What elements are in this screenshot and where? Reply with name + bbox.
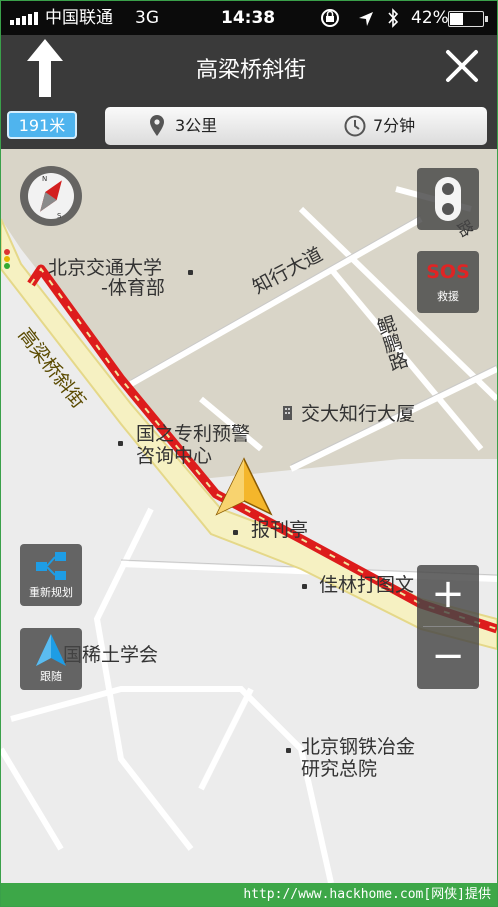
building-icon [283,406,292,420]
clock-time: 14:38 [221,8,276,28]
follow-button[interactable]: 跟随 [20,628,82,690]
map-label: 国之专利预警 [136,423,251,445]
sos-button[interactable]: SOS 救援 [417,251,479,313]
route-summary[interactable]: 3公里 7分钟 [105,107,487,145]
watermark-bar: http://www.hackhome.com[网侠]提供 [1,883,497,906]
next-street-title: 高梁桥斜街 [195,58,306,83]
distance-to-turn-badge: 191米 [7,111,77,139]
watermark-text: http://www.hackhome.com[网侠]提供 [243,887,491,902]
close-icon[interactable] [427,35,497,99]
straight-arrow-icon [27,39,63,97]
traffic-signal-marker [4,249,10,269]
bluetooth-icon [388,8,399,28]
maneuver-indicator [1,35,89,99]
navigation-header: 高梁桥斜街 [1,35,497,99]
map-label: 咨询中心 [136,445,213,467]
poi-marker [286,748,291,753]
battery-percent: 42% [411,8,449,28]
map-label: 交大知行大厦 [301,403,416,425]
zoom-out-button[interactable]: − [417,627,479,689]
network-label: 3G [135,8,159,28]
sos-caption: 救援 [437,290,459,303]
poi-marker [233,530,238,535]
poi-marker [188,270,193,275]
route-info-bar: 191米 3公里 7分钟 [1,99,497,149]
remaining-time: 7分钟 [373,116,416,135]
signal-icon [10,11,40,25]
follow-caption: 跟随 [40,670,62,683]
close-button[interactable] [427,35,497,99]
svg-text:N: N [42,175,47,183]
location-icon [359,12,373,26]
map-view[interactable]: 北京交通大学 -体育部 知行大道 鲲鹏路 路 交大知行大厦 国之专利预警 咨询中… [1,149,497,883]
location-pin-icon [150,115,164,136]
carrier-label: 中国联通 [45,8,113,28]
reroute-button[interactable]: 重新规划 [20,544,82,606]
clock-icon [344,115,366,137]
battery-icon [448,11,488,27]
map-label: 报刊亭 [251,519,309,541]
traffic-toggle-button[interactable] [417,168,479,230]
map-label: 佳林打图文 [319,574,415,596]
follow-arrow-icon [36,634,66,666]
poi-marker [118,441,123,446]
compass-icon[interactable]: N S [20,166,82,226]
status-bar: 中国联通 3G 14:38 42% [1,1,497,35]
remaining-distance: 3公里 [175,116,218,135]
compass-button[interactable]: N S [20,166,82,226]
sos-label: SOS [426,261,470,283]
reroute-icon [36,552,66,580]
map-label: 研究总院 [301,758,378,780]
traffic-light-icon[interactable] [417,168,479,230]
reroute-caption: 重新规划 [29,586,73,599]
map-label: -体育部 [101,277,165,299]
app-window: 中国联通 3G 14:38 42% 高梁桥斜街 191米 3公里 7分钟 北京交… [0,0,498,907]
poi-marker [302,584,307,589]
svg-text:S: S [57,212,62,220]
zoom-in-button[interactable]: + [417,565,479,626]
zoom-control: + − [417,565,479,689]
map-label: 北京钢铁冶金 [301,736,416,758]
rotation-lock-icon [321,9,339,27]
